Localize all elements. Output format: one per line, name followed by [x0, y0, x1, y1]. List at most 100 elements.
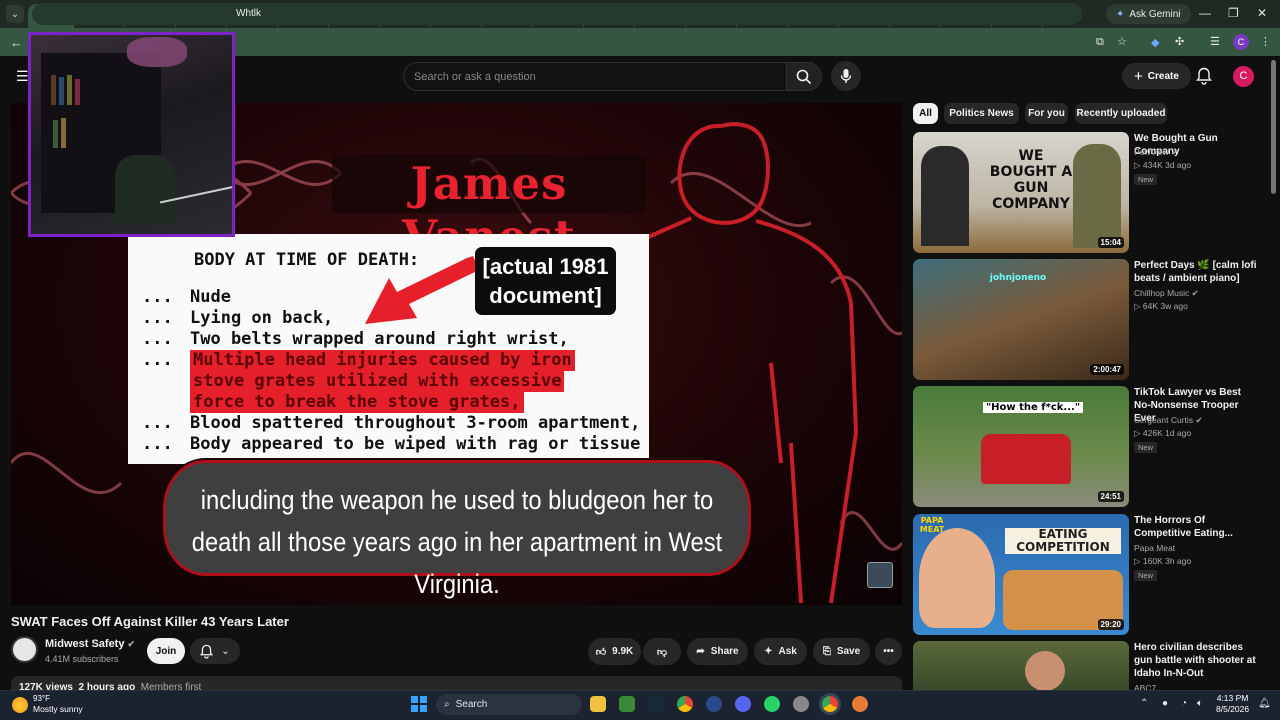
bookmark-star-icon[interactable]: ☆: [1117, 35, 1127, 48]
extension-icon[interactable]: ◆: [1151, 36, 1159, 49]
line-text: Blood spattered throughout 3-room apartm…: [190, 413, 641, 433]
chrome-icon[interactable]: [677, 696, 693, 712]
tab-search-icon[interactable]: ⌄: [6, 5, 24, 23]
video-duration: 15:04: [1097, 237, 1124, 248]
search-icon: [796, 69, 812, 84]
channel-avatar[interactable]: [11, 636, 38, 663]
page-scrollbar[interactable]: [1271, 60, 1276, 194]
share-icon: ➦: [696, 646, 705, 657]
face-graphic: [1025, 651, 1065, 690]
maximize-icon[interactable]: ❐: [1228, 6, 1239, 20]
document-line: ... Body appeared to be wiped with rag or…: [142, 434, 640, 455]
caption-line-2: death all those years ago in her apartme…: [191, 527, 723, 599]
taskbar-clock[interactable]: 4:13 PM 8/5/2026: [1216, 693, 1249, 715]
ask-button[interactable]: ✦ Ask: [754, 638, 807, 665]
whatsapp-icon[interactable]: [764, 696, 780, 712]
highlighted-line-text: stove grates utilized with excessive: [190, 371, 565, 392]
search-button[interactable]: [786, 62, 822, 91]
taskbar-search[interactable]: ⌕ Search: [436, 694, 582, 715]
recommendation-thumbnail[interactable]: [913, 641, 1129, 690]
subscription-bell-button[interactable]: ⌄: [190, 638, 240, 664]
chip-recently-uploaded[interactable]: Recently uploaded: [1075, 103, 1167, 124]
dislike-button[interactable]: 👎︎: [643, 638, 681, 665]
reading-list-icon[interactable]: ☰: [1210, 35, 1220, 48]
windows-start-icon[interactable]: [411, 696, 427, 712]
recommendation-thumbnail[interactable]: PAPA MEAT EATING COMPETITION 29:20: [913, 514, 1129, 635]
search-input[interactable]: Search or ask a question: [403, 62, 786, 91]
app-icon[interactable]: [619, 696, 635, 712]
wifi-icon[interactable]: ◔: [1181, 698, 1187, 709]
verified-badge-icon: ✔: [1191, 288, 1199, 298]
discord-icon[interactable]: [735, 696, 751, 712]
weather-description[interactable]: Mostly sunny: [33, 704, 83, 714]
address-bar[interactable]: Whtlk: [32, 3, 1082, 25]
weather-sun-icon[interactable]: [12, 697, 28, 713]
video-duration: 24:51: [1097, 491, 1124, 502]
channel-name-link[interactable]: Midwest Safety ✔: [45, 638, 135, 650]
chip-all[interactable]: All: [913, 103, 938, 124]
recommendation-title[interactable]: Perfect Days 🌿 [calm lofi beats / ambien…: [1134, 259, 1259, 285]
browser-profile-avatar[interactable]: C: [1233, 34, 1249, 50]
steam-icon[interactable]: [648, 696, 664, 712]
minimize-icon[interactable]: —: [1199, 6, 1211, 20]
document-line: ... Blood spattered throughout 3-room apa…: [142, 413, 640, 434]
back-arrow-icon[interactable]: ←: [10, 35, 23, 50]
chrome-active-icon[interactable]: [822, 696, 838, 712]
tray-app-icon[interactable]: ●: [1162, 698, 1168, 709]
stamp-line-2: document]: [489, 283, 602, 308]
recommendation-meta: ▷ 434K 3d ago: [1134, 160, 1192, 170]
channel-watermark-icon[interactable]: [867, 562, 893, 588]
puzzle-icon[interactable]: ✣: [1175, 35, 1184, 48]
thumbs-up-icon: 👍︎: [595, 646, 607, 658]
red-arrow-graphic: [365, 256, 479, 324]
recommendation-thumbnail[interactable]: "How the f*ck..." 24:51: [913, 386, 1129, 507]
actual-document-label: [actual 1981 document]: [475, 247, 616, 315]
obs-icon[interactable]: [793, 696, 809, 712]
recommendation-title[interactable]: Hero civilian describes gun battle with …: [1134, 641, 1259, 680]
file-explorer-icon[interactable]: [590, 696, 606, 712]
clock-time: 4:13 PM: [1216, 693, 1249, 703]
app-icon[interactable]: [706, 696, 722, 712]
recommendation-thumbnail[interactable]: johnjoneno 2:00:47: [913, 259, 1129, 380]
share-button[interactable]: ➦ Share: [687, 638, 748, 665]
like-button[interactable]: 👍︎ 9.9K: [588, 638, 641, 665]
tray-chevron-icon[interactable]: ⌃: [1140, 698, 1148, 709]
microphone-icon: [840, 69, 852, 83]
account-avatar[interactable]: C: [1233, 66, 1254, 87]
save-button[interactable]: ⎘ Save: [813, 638, 870, 665]
notifications-bell-icon[interactable]: [1196, 67, 1212, 85]
voice-search-button[interactable]: [831, 61, 861, 91]
chip-politics-news[interactable]: Politics News: [944, 103, 1019, 124]
recommendation-meta: ▷ 426K 1d ago: [1134, 428, 1192, 438]
line-text: Nude: [190, 287, 231, 307]
recommendation-thumbnail[interactable]: WE BOUGHT A GUN COMPANY 15:04: [913, 132, 1129, 253]
weather-temperature[interactable]: 93°F: [33, 694, 50, 703]
install-app-icon[interactable]: ⧉: [1096, 36, 1104, 49]
ask-gemini-label: Ask Gemini: [1129, 8, 1181, 20]
app-icon[interactable]: [852, 696, 868, 712]
close-window-icon[interactable]: ✕: [1257, 6, 1267, 20]
notifications-icon[interactable]: 🔔︎: [1258, 698, 1271, 709]
join-button[interactable]: Join: [147, 638, 185, 664]
plush-toys-graphic: [127, 37, 187, 67]
volume-icon[interactable]: 🔈︎: [1197, 698, 1203, 709]
line-prefix: ...: [142, 434, 173, 454]
stamp-line-1: [actual 1981: [482, 254, 609, 279]
chip-for-you[interactable]: For you: [1025, 103, 1068, 124]
book-graphic: [61, 118, 66, 148]
person-graphic: [921, 146, 969, 246]
kebab-menu-icon[interactable]: ⋮: [1260, 35, 1271, 48]
line-text: Body appeared to be wiped with rag or ti…: [190, 434, 641, 454]
video-duration: 2:00:47: [1090, 364, 1124, 375]
save-label: Save: [836, 646, 861, 657]
ask-gemini-button[interactable]: ✦ Ask Gemini: [1106, 4, 1191, 24]
thumbnail-text: "How the f*ck...": [983, 402, 1083, 413]
line-prefix: [142, 371, 190, 392]
like-count: 9.9K: [612, 646, 634, 657]
document-line: stove grates utilized with excessive: [142, 371, 640, 392]
search-icon: ⌕: [444, 699, 450, 710]
create-button[interactable]: + Create: [1122, 63, 1191, 89]
hamburger-menu-icon[interactable]: ☰: [16, 68, 29, 85]
recommendation-title[interactable]: The Horrors Of Competitive Eating...: [1134, 514, 1259, 540]
more-actions-button[interactable]: •••: [875, 638, 902, 665]
